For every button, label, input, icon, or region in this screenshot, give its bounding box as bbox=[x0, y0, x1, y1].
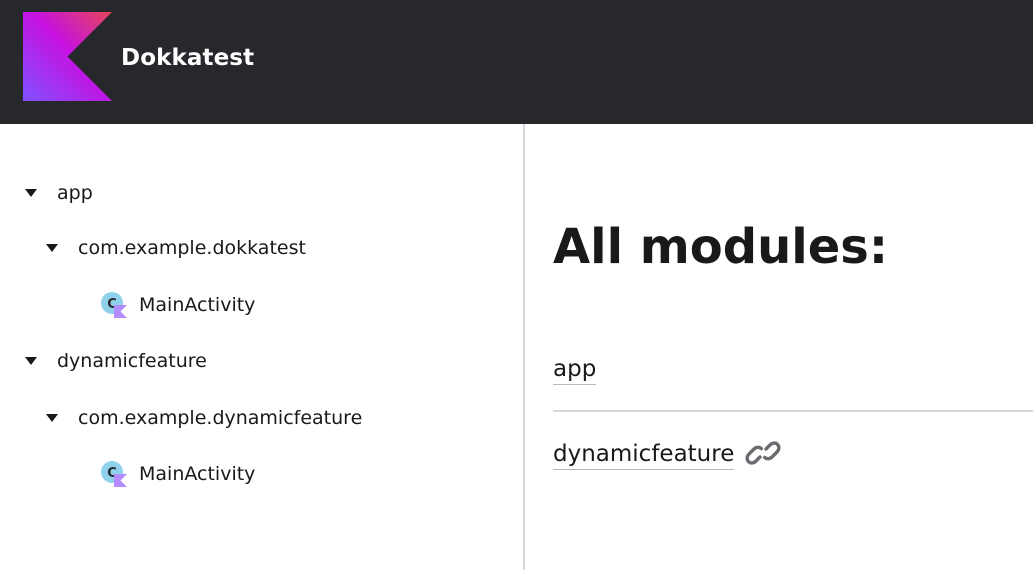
module-link-app[interactable]: app bbox=[553, 354, 597, 385]
caret-down-icon[interactable] bbox=[46, 414, 58, 422]
sidebar-item-app[interactable]: app bbox=[25, 178, 93, 208]
sidebar-item-dynamicfeature[interactable]: dynamicfeature bbox=[25, 346, 207, 376]
main-content: All modules: app dynamicfeature bbox=[525, 124, 1033, 570]
sidebar-item-label[interactable]: MainActivity bbox=[139, 463, 255, 485]
sidebar-item-label[interactable]: MainActivity bbox=[139, 294, 255, 316]
sidebar-nav: app com.example.dokkatest C MainActivity… bbox=[0, 124, 523, 570]
kotlin-class-icon: C bbox=[101, 292, 127, 318]
sidebar-item-package-dokkatest[interactable]: com.example.dokkatest bbox=[46, 233, 306, 263]
caret-down-icon[interactable] bbox=[46, 244, 58, 252]
kotlin-class-icon: C bbox=[101, 461, 127, 487]
kotlin-logo-icon[interactable] bbox=[23, 12, 112, 101]
caret-down-icon[interactable] bbox=[25, 189, 37, 197]
row-divider bbox=[553, 410, 1033, 412]
sidebar-item-label[interactable]: com.example.dynamicfeature bbox=[78, 407, 362, 429]
sidebar-item-mainactivity[interactable]: C MainActivity bbox=[101, 290, 255, 320]
module-link-dynamicfeature[interactable]: dynamicfeature bbox=[553, 439, 735, 470]
sidebar-item-label[interactable]: com.example.dokkatest bbox=[78, 237, 306, 259]
caret-down-icon[interactable] bbox=[25, 357, 37, 365]
page-title: All modules: bbox=[553, 219, 889, 275]
sidebar-item-package-dynamicfeature[interactable]: com.example.dynamicfeature bbox=[46, 403, 362, 433]
sidebar-item-label[interactable]: dynamicfeature bbox=[57, 350, 207, 372]
brand-name[interactable]: Dokkatest bbox=[121, 45, 254, 71]
top-header: Dokkatest bbox=[0, 0, 1033, 124]
sidebar-item-mainactivity[interactable]: C MainActivity bbox=[101, 459, 255, 489]
link-icon[interactable] bbox=[745, 438, 781, 468]
sidebar-item-label[interactable]: app bbox=[57, 182, 93, 204]
